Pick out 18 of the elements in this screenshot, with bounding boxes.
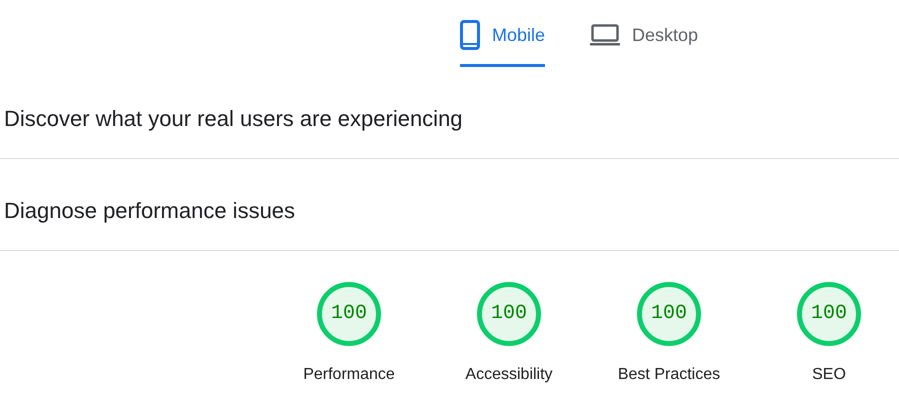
gauge-label: Accessibility bbox=[465, 365, 553, 385]
score-value: 100 bbox=[330, 302, 367, 326]
score-value: 100 bbox=[650, 302, 687, 326]
laptop-icon bbox=[590, 23, 620, 47]
section-heading: Diagnose performance issues bbox=[4, 197, 296, 225]
gauge-label: Performance bbox=[303, 365, 395, 385]
phone-icon bbox=[460, 20, 480, 50]
section-heading: Discover what your real users are experiencing bbox=[4, 105, 463, 133]
gauge-label: SEO bbox=[812, 365, 846, 385]
gauge-label: Best Practices bbox=[618, 365, 720, 385]
device-tab[interactable]: Desktop bbox=[590, 20, 698, 67]
device-tab[interactable]: Mobile bbox=[460, 20, 546, 67]
score-gauge bbox=[476, 281, 542, 347]
score-value: 100 bbox=[810, 302, 847, 326]
score-value: 100 bbox=[490, 302, 527, 326]
score-gauge bbox=[796, 281, 862, 347]
score-gauge bbox=[316, 281, 382, 347]
score-gauge bbox=[636, 281, 702, 347]
